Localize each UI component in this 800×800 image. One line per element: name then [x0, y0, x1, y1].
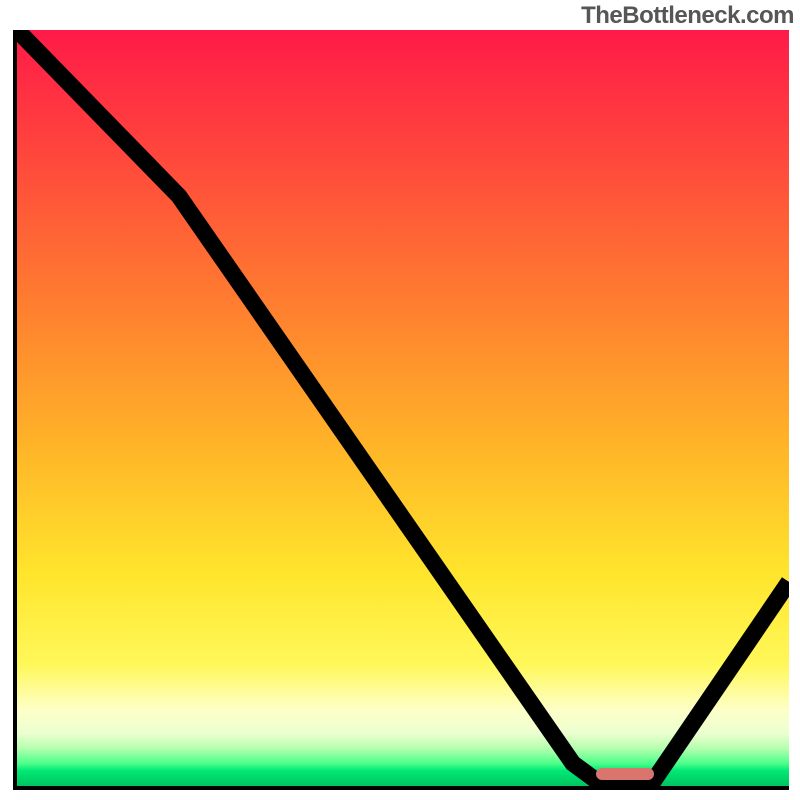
optimal-marker — [596, 768, 654, 780]
watermark-text: TheBottleneck.com — [581, 2, 794, 30]
plot-area — [13, 30, 789, 790]
chart-frame: TheBottleneck.com — [0, 0, 800, 800]
bottleneck-curve — [17, 30, 789, 786]
curve-path — [17, 30, 789, 786]
